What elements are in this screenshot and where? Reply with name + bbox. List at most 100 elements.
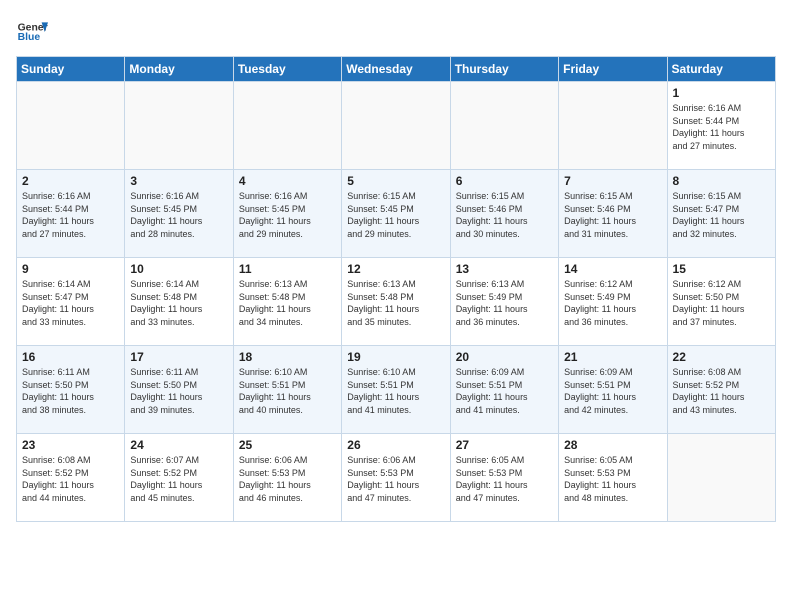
calendar-cell: 22 Sunrise: 6:08 AM Sunset: 5:52 PM Dayli… bbox=[667, 346, 775, 434]
day-info: Sunrise: 6:11 AM Sunset: 5:50 PM Dayligh… bbox=[130, 366, 227, 416]
weekday-header-tuesday: Tuesday bbox=[233, 57, 341, 82]
calendar-cell: 13 Sunrise: 6:13 AM Sunset: 5:49 PM Dayli… bbox=[450, 258, 558, 346]
calendar-header-row: SundayMondayTuesdayWednesdayThursdayFrid… bbox=[17, 57, 776, 82]
calendar-cell: 24Sunrise: 6:07 AM Sunset: 5:52 PM Dayli… bbox=[125, 434, 233, 522]
day-number: 28 bbox=[564, 438, 661, 452]
day-number: 13 bbox=[456, 262, 553, 276]
day-number: 23 bbox=[22, 438, 119, 452]
day-number: 25 bbox=[239, 438, 336, 452]
day-number: 21 bbox=[564, 350, 661, 364]
day-info: Sunrise: 6:12 AM Sunset: 5:49 PM Dayligh… bbox=[564, 278, 661, 328]
day-info: Sunrise: 6:13 AM Sunset: 5:49 PM Dayligh… bbox=[456, 278, 553, 328]
calendar-cell: 15 Sunrise: 6:12 AM Sunset: 5:50 PM Dayli… bbox=[667, 258, 775, 346]
day-info: Sunrise: 6:10 AM Sunset: 5:51 PM Dayligh… bbox=[239, 366, 336, 416]
day-info: Sunrise: 6:12 AM Sunset: 5:50 PM Dayligh… bbox=[673, 278, 770, 328]
calendar-cell bbox=[233, 82, 341, 170]
day-number: 15 bbox=[673, 262, 770, 276]
svg-text:Blue: Blue bbox=[18, 32, 41, 43]
day-number: 27 bbox=[456, 438, 553, 452]
calendar-week-row: 16 Sunrise: 6:11 AM Sunset: 5:50 PM Dayli… bbox=[17, 346, 776, 434]
calendar-cell: 18 Sunrise: 6:10 AM Sunset: 5:51 PM Dayli… bbox=[233, 346, 341, 434]
day-info: Sunrise: 6:16 AM Sunset: 5:44 PM Dayligh… bbox=[22, 190, 119, 240]
calendar-cell: 2 Sunrise: 6:16 AM Sunset: 5:44 PM Daylig… bbox=[17, 170, 125, 258]
calendar-table: SundayMondayTuesdayWednesdayThursdayFrid… bbox=[16, 56, 776, 522]
day-number: 16 bbox=[22, 350, 119, 364]
calendar-cell: 11 Sunrise: 6:13 AM Sunset: 5:48 PM Dayli… bbox=[233, 258, 341, 346]
logo-icon: General Blue bbox=[16, 16, 48, 48]
day-number: 2 bbox=[22, 174, 119, 188]
day-info: Sunrise: 6:13 AM Sunset: 5:48 PM Dayligh… bbox=[239, 278, 336, 328]
calendar-cell: 27 Sunrise: 6:05 AM Sunset: 5:53 PM Dayli… bbox=[450, 434, 558, 522]
day-number: 6 bbox=[456, 174, 553, 188]
calendar-cell: 7 Sunrise: 6:15 AM Sunset: 5:46 PM Daylig… bbox=[559, 170, 667, 258]
calendar-cell: 17 Sunrise: 6:11 AM Sunset: 5:50 PM Dayli… bbox=[125, 346, 233, 434]
day-info: Sunrise: 6:14 AM Sunset: 5:48 PM Dayligh… bbox=[130, 278, 227, 328]
day-number: 9 bbox=[22, 262, 119, 276]
day-info: Sunrise: 6:08 AM Sunset: 5:52 PM Dayligh… bbox=[22, 454, 119, 504]
day-number: 12 bbox=[347, 262, 444, 276]
day-info: Sunrise: 6:16 AM Sunset: 5:45 PM Dayligh… bbox=[130, 190, 227, 240]
calendar-cell: 3Sunrise: 6:16 AM Sunset: 5:45 PM Daylig… bbox=[125, 170, 233, 258]
day-info: Sunrise: 6:15 AM Sunset: 5:46 PM Dayligh… bbox=[564, 190, 661, 240]
day-info: Sunrise: 6:14 AM Sunset: 5:47 PM Dayligh… bbox=[22, 278, 119, 328]
day-number: 19 bbox=[347, 350, 444, 364]
calendar-cell: 1Sunrise: 6:16 AM Sunset: 5:44 PM Daylig… bbox=[667, 82, 775, 170]
weekday-header-friday: Friday bbox=[559, 57, 667, 82]
weekday-header-wednesday: Wednesday bbox=[342, 57, 450, 82]
day-number: 4 bbox=[239, 174, 336, 188]
calendar-cell: 10 Sunrise: 6:14 AM Sunset: 5:48 PM Dayli… bbox=[125, 258, 233, 346]
day-info: Sunrise: 6:09 AM Sunset: 5:51 PM Dayligh… bbox=[564, 366, 661, 416]
day-info: Sunrise: 6:08 AM Sunset: 5:52 PM Dayligh… bbox=[673, 366, 770, 416]
calendar-week-row: 1Sunrise: 6:16 AM Sunset: 5:44 PM Daylig… bbox=[17, 82, 776, 170]
day-info: Sunrise: 6:16 AM Sunset: 5:44 PM Dayligh… bbox=[673, 102, 770, 152]
calendar-cell: 19 Sunrise: 6:10 AM Sunset: 5:51 PM Dayli… bbox=[342, 346, 450, 434]
day-number: 11 bbox=[239, 262, 336, 276]
calendar-cell: 4 Sunrise: 6:16 AM Sunset: 5:45 PM Daylig… bbox=[233, 170, 341, 258]
calendar-cell bbox=[559, 82, 667, 170]
weekday-header-sunday: Sunday bbox=[17, 57, 125, 82]
day-info: Sunrise: 6:13 AM Sunset: 5:48 PM Dayligh… bbox=[347, 278, 444, 328]
day-number: 24 bbox=[130, 438, 227, 452]
day-number: 17 bbox=[130, 350, 227, 364]
day-info: Sunrise: 6:16 AM Sunset: 5:45 PM Dayligh… bbox=[239, 190, 336, 240]
calendar-cell bbox=[450, 82, 558, 170]
page-header: General Blue bbox=[16, 16, 776, 48]
day-info: Sunrise: 6:15 AM Sunset: 5:46 PM Dayligh… bbox=[456, 190, 553, 240]
calendar-cell: 5 Sunrise: 6:15 AM Sunset: 5:45 PM Daylig… bbox=[342, 170, 450, 258]
calendar-week-row: 23 Sunrise: 6:08 AM Sunset: 5:52 PM Dayli… bbox=[17, 434, 776, 522]
day-info: Sunrise: 6:05 AM Sunset: 5:53 PM Dayligh… bbox=[456, 454, 553, 504]
day-info: Sunrise: 6:09 AM Sunset: 5:51 PM Dayligh… bbox=[456, 366, 553, 416]
calendar-cell: 20 Sunrise: 6:09 AM Sunset: 5:51 PM Dayli… bbox=[450, 346, 558, 434]
calendar-week-row: 9 Sunrise: 6:14 AM Sunset: 5:47 PM Daylig… bbox=[17, 258, 776, 346]
calendar-cell: 9 Sunrise: 6:14 AM Sunset: 5:47 PM Daylig… bbox=[17, 258, 125, 346]
weekday-header-saturday: Saturday bbox=[667, 57, 775, 82]
day-number: 5 bbox=[347, 174, 444, 188]
calendar-cell: 8Sunrise: 6:15 AM Sunset: 5:47 PM Daylig… bbox=[667, 170, 775, 258]
calendar-cell: 21 Sunrise: 6:09 AM Sunset: 5:51 PM Dayli… bbox=[559, 346, 667, 434]
day-number: 22 bbox=[673, 350, 770, 364]
weekday-header-monday: Monday bbox=[125, 57, 233, 82]
day-number: 10 bbox=[130, 262, 227, 276]
calendar-cell bbox=[17, 82, 125, 170]
day-info: Sunrise: 6:06 AM Sunset: 5:53 PM Dayligh… bbox=[239, 454, 336, 504]
day-number: 20 bbox=[456, 350, 553, 364]
day-number: 18 bbox=[239, 350, 336, 364]
logo: General Blue bbox=[16, 16, 52, 48]
weekday-header-thursday: Thursday bbox=[450, 57, 558, 82]
calendar-cell: 25 Sunrise: 6:06 AM Sunset: 5:53 PM Dayli… bbox=[233, 434, 341, 522]
calendar-cell: 12 Sunrise: 6:13 AM Sunset: 5:48 PM Dayli… bbox=[342, 258, 450, 346]
day-number: 14 bbox=[564, 262, 661, 276]
calendar-cell bbox=[125, 82, 233, 170]
day-info: Sunrise: 6:05 AM Sunset: 5:53 PM Dayligh… bbox=[564, 454, 661, 504]
calendar-cell: 28 Sunrise: 6:05 AM Sunset: 5:53 PM Dayli… bbox=[559, 434, 667, 522]
day-info: Sunrise: 6:15 AM Sunset: 5:45 PM Dayligh… bbox=[347, 190, 444, 240]
calendar-cell: 14 Sunrise: 6:12 AM Sunset: 5:49 PM Dayli… bbox=[559, 258, 667, 346]
day-number: 8 bbox=[673, 174, 770, 188]
calendar-cell: 26Sunrise: 6:06 AM Sunset: 5:53 PM Dayli… bbox=[342, 434, 450, 522]
calendar-cell: 23 Sunrise: 6:08 AM Sunset: 5:52 PM Dayli… bbox=[17, 434, 125, 522]
calendar-cell: 6 Sunrise: 6:15 AM Sunset: 5:46 PM Daylig… bbox=[450, 170, 558, 258]
day-info: Sunrise: 6:10 AM Sunset: 5:51 PM Dayligh… bbox=[347, 366, 444, 416]
day-number: 7 bbox=[564, 174, 661, 188]
calendar-cell: 16Sunrise: 6:11 AM Sunset: 5:50 PM Dayli… bbox=[17, 346, 125, 434]
day-number: 26 bbox=[347, 438, 444, 452]
